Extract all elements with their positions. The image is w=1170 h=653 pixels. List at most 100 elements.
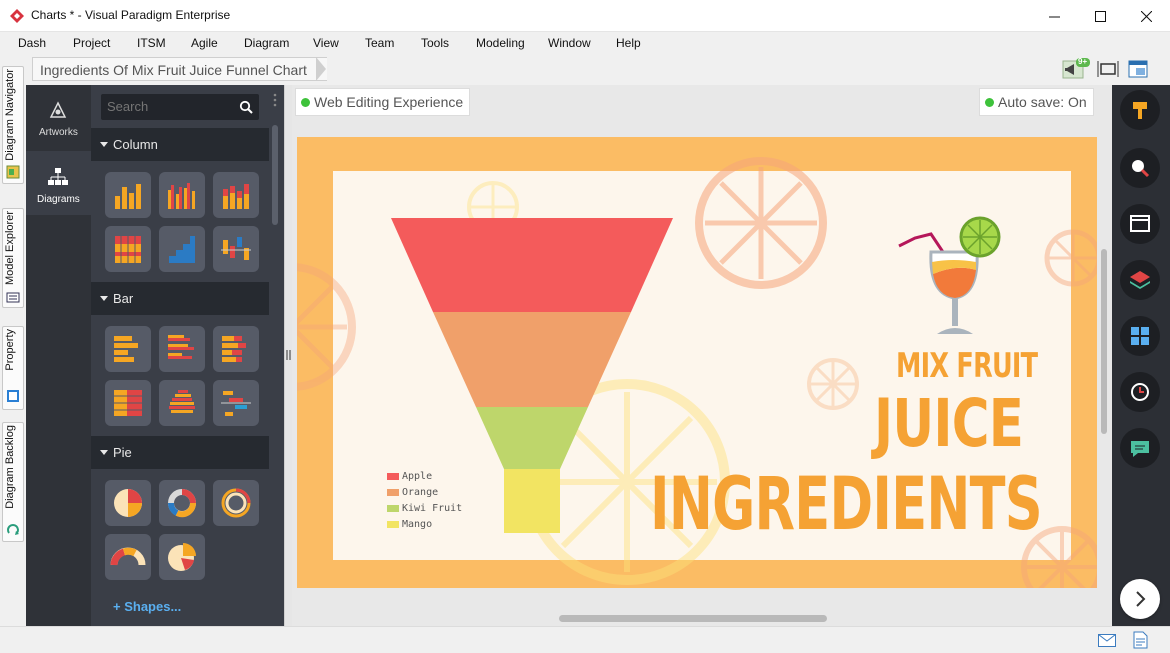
shapes-link[interactable]: + Shapes... <box>113 599 181 614</box>
artworks-label: Artworks <box>39 127 78 138</box>
funnel-segment-kiwi-fruit[interactable] <box>476 407 588 469</box>
menu-window[interactable]: Window <box>548 36 591 50</box>
legend-swatch <box>387 505 399 512</box>
chart-tile-stacked-bar[interactable] <box>213 326 259 372</box>
search-icon[interactable] <box>239 100 253 114</box>
menu-team[interactable]: Team <box>365 36 394 50</box>
panel-splitter[interactable] <box>284 85 292 626</box>
breadcrumb-arrow <box>316 57 326 81</box>
chart-tile-grouped-column[interactable] <box>159 172 205 218</box>
section-pie[interactable]: Pie <box>91 436 269 469</box>
tab-model-explorer-label: Model Explorer <box>4 211 16 285</box>
column-chart-icon <box>115 184 141 209</box>
chart-title-line-1[interactable]: MIX FRUIT <box>896 346 1038 386</box>
chevron-down-icon <box>100 142 108 147</box>
funnel-segment-apple[interactable] <box>391 218 673 312</box>
web-editing-indicator[interactable]: Web Editing Experience <box>295 88 471 116</box>
chevron-right-icon <box>1136 591 1146 607</box>
search-input[interactable] <box>107 99 227 114</box>
layout-button[interactable] <box>1127 58 1151 80</box>
category-diagrams[interactable]: Diagrams <box>26 151 91 215</box>
bar-chart-icon <box>114 336 138 362</box>
chart-title-line-3[interactable]: INGREDIENTS <box>650 462 1043 547</box>
chart-tile-donut[interactable] <box>159 480 205 526</box>
tab-diagram-backlog[interactable]: Diagram Backlog <box>2 422 24 542</box>
gallery-search[interactable] <box>101 94 259 120</box>
chart-tile-stacked-column[interactable] <box>213 172 259 218</box>
menu-modeling[interactable]: Modeling <box>476 36 525 50</box>
chart-tile-exploded-pie[interactable] <box>159 534 205 580</box>
menu-itsm[interactable]: ITSM <box>137 36 166 50</box>
menu-dash[interactable]: Dash <box>18 36 46 50</box>
gallery-scrollbar[interactable] <box>272 125 278 225</box>
chart-tile-column[interactable] <box>105 172 151 218</box>
chart-tile-pie[interactable] <box>105 480 151 526</box>
chart-tile-heat-column[interactable] <box>105 226 151 272</box>
mail-icon[interactable] <box>1098 634 1116 647</box>
zoom-button[interactable] <box>1120 148 1160 188</box>
chart-tile-bar[interactable] <box>105 326 151 372</box>
auto-save-indicator[interactable]: Auto save: On <box>979 88 1094 116</box>
canvas-horizontal-scrollbar[interactable] <box>559 615 827 622</box>
funnel-segment-orange[interactable] <box>433 312 631 407</box>
pie-chart-icon <box>114 489 142 517</box>
menu-diagram[interactable]: Diagram <box>244 36 289 50</box>
splitter-grip-icon <box>286 350 291 360</box>
chart-tile-pyramid-bar[interactable] <box>159 380 205 426</box>
chart-tile-step-column[interactable] <box>159 226 205 272</box>
category-artworks[interactable]: Artworks <box>26 85 91 151</box>
tab-property[interactable]: Property <box>2 326 24 410</box>
exploded-pie-icon <box>168 543 196 571</box>
chart-legend: Apple Orange Kiwi Fruit Mango <box>387 471 487 535</box>
chart-title-line-2[interactable]: JUICE <box>874 385 1024 462</box>
chart-tile-gantt-bar[interactable] <box>213 380 259 426</box>
fit-page-button[interactable] <box>1097 58 1121 80</box>
notifications-button[interactable]: 9+ <box>1062 57 1090 80</box>
zoom-icon <box>1132 160 1150 178</box>
menu-tools[interactable]: Tools <box>421 36 449 50</box>
document-icon[interactable] <box>1133 631 1148 649</box>
chart-tile-percent-bar[interactable] <box>105 380 151 426</box>
chart-tile-grouped-bar[interactable] <box>159 326 205 372</box>
notification-badge: 9+ <box>1078 57 1088 66</box>
close-button[interactable] <box>1123 0 1169 32</box>
maximize-button[interactable] <box>1077 0 1123 32</box>
tab-diagram-navigator-label: Diagram Navigator <box>4 69 16 161</box>
chart-tile-semi-donut[interactable] <box>105 534 151 580</box>
menu-help[interactable]: Help <box>616 36 641 50</box>
status-dot-icon <box>301 98 310 107</box>
format-painter-icon <box>1133 102 1147 119</box>
funnel-segment-mango[interactable] <box>504 469 560 533</box>
menu-view[interactable]: View <box>313 36 339 50</box>
artworks-icon <box>49 101 67 118</box>
tab-model-explorer[interactable]: Model Explorer <box>2 208 24 308</box>
ring-chart-icon <box>221 488 251 518</box>
comment-icon <box>1131 441 1149 457</box>
minimize-button[interactable] <box>1031 0 1077 32</box>
chart-tile-range-column[interactable] <box>213 226 259 272</box>
history-button[interactable] <box>1120 372 1160 412</box>
menu-agile[interactable]: Agile <box>191 36 218 50</box>
breadcrumb-label: Ingredients Of Mix Fruit Juice Funnel Ch… <box>40 62 307 78</box>
donut-chart-icon <box>168 489 196 518</box>
comment-button[interactable] <box>1120 428 1160 468</box>
canvas-vertical-scrollbar[interactable] <box>1101 249 1107 434</box>
navigator-icon <box>6 165 20 179</box>
legend-label: Apple <box>402 471 433 482</box>
section-pie-label: Pie <box>113 445 132 460</box>
breadcrumb-item[interactable]: Ingredients Of Mix Fruit Juice Funnel Ch… <box>32 57 327 81</box>
window-button[interactable] <box>1120 204 1160 244</box>
web-editing-label: Web Editing Experience <box>314 94 464 110</box>
status-dot-icon <box>985 98 994 107</box>
expand-panel-button[interactable] <box>1120 579 1160 619</box>
tab-diagram-navigator[interactable]: Diagram Navigator <box>2 66 24 184</box>
grouped-column-icon <box>168 183 195 209</box>
section-bar[interactable]: Bar <box>91 282 269 315</box>
layers-button[interactable] <box>1120 260 1160 300</box>
grid-button[interactable] <box>1120 316 1160 356</box>
panel-handle-icon[interactable] <box>273 93 277 107</box>
chart-tile-ring[interactable] <box>213 480 259 526</box>
format-painter-button[interactable] <box>1120 90 1160 130</box>
menu-project[interactable]: Project <box>73 36 110 50</box>
section-column[interactable]: Column <box>91 128 269 161</box>
